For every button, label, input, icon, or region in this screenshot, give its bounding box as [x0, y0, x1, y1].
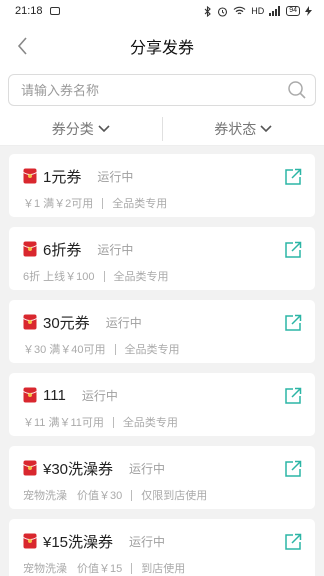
coupon-status: 运行中 — [105, 315, 142, 330]
red-envelope-icon — [23, 387, 37, 403]
coupon-detail: 6折 上线￥100 — [23, 271, 95, 283]
coupon-scope: 到店使用 — [141, 563, 186, 575]
coupon-name: 1元券 — [43, 168, 82, 186]
coupon-list: 1元券 运行中 ￥1 满￥2可用 全品类专用 6折券 运行中 6折 上线￥100… — [0, 146, 324, 576]
header: 分享发券 — [0, 22, 324, 70]
red-envelope-icon — [23, 533, 37, 549]
filter-bar: 券分类 券状态 — [0, 112, 324, 146]
share-icon[interactable] — [284, 387, 302, 405]
divider — [103, 270, 105, 282]
coupon-name: 6折券 — [43, 241, 82, 259]
coupon-detail: ￥1 满￥2可用 — [23, 198, 94, 210]
coupon-name: 30元券 — [43, 314, 90, 332]
coupon-name: 111 — [43, 386, 66, 404]
coupon-detail: ￥11 满￥11可用 — [23, 417, 104, 429]
coupon-name: ¥30洗澡券 — [43, 460, 114, 478]
coupon-card[interactable]: 111 运行中 ￥11 满￥11可用 全品类专用 — [9, 373, 315, 436]
signal-icon — [269, 6, 281, 16]
coupon-value: 价值￥30 — [77, 490, 123, 502]
notification-icon — [49, 7, 60, 15]
status-bar: 21:18 HD 94 — [0, 0, 324, 22]
coupon-card[interactable]: ¥15洗澡券 运行中 宠物洗澡 价值￥15 到店使用 — [9, 519, 315, 576]
share-icon[interactable] — [284, 241, 302, 259]
back-icon[interactable] — [12, 34, 36, 58]
coupon-scope: 仅限到店使用 — [141, 490, 208, 502]
page-title: 分享发券 — [129, 40, 194, 57]
battery-level: 94 — [289, 7, 297, 14]
divider — [114, 343, 116, 355]
divider — [102, 197, 104, 209]
coupon-status: 运行中 — [129, 461, 166, 476]
coupon-card[interactable]: 1元券 运行中 ￥1 满￥2可用 全品类专用 — [9, 154, 315, 217]
search-icon[interactable] — [287, 80, 307, 100]
coupon-card[interactable]: 30元券 运行中 ￥30 满￥40可用 全品类专用 — [9, 300, 315, 363]
search-bar — [0, 70, 324, 112]
coupon-detail: ￥30 满￥40可用 — [23, 344, 106, 356]
coupon-scope: 全品类专用 — [112, 198, 168, 210]
share-icon[interactable] — [284, 533, 302, 551]
share-icon[interactable] — [284, 314, 302, 332]
red-envelope-icon — [23, 241, 37, 257]
share-icon[interactable] — [284, 460, 302, 478]
charging-icon — [305, 6, 312, 16]
search-box[interactable] — [8, 74, 316, 106]
divider — [112, 416, 114, 428]
filter-category[interactable]: 券分类 — [0, 112, 162, 145]
filter-status-label: 券状态 — [214, 120, 257, 137]
coupon-status: 运行中 — [97, 242, 134, 257]
filter-category-label: 券分类 — [51, 120, 94, 137]
coupon-name: ¥15洗澡券 — [43, 533, 114, 551]
share-icon[interactable] — [284, 168, 302, 186]
chevron-down-icon — [260, 124, 272, 132]
alarm-icon — [218, 6, 228, 17]
filter-status[interactable]: 券状态 — [163, 112, 324, 145]
chevron-down-icon — [98, 124, 110, 132]
divider — [131, 489, 133, 501]
red-envelope-icon — [23, 314, 37, 330]
red-envelope-icon — [23, 460, 37, 476]
status-time: 21:18 — [15, 5, 43, 17]
coupon-scope: 全品类专用 — [113, 271, 169, 283]
coupon-detail: 宠物洗澡 — [23, 563, 67, 575]
coupon-scope: 全品类专用 — [124, 344, 180, 356]
coupon-card[interactable]: ¥30洗澡券 运行中 宠物洗澡 价值￥30 仅限到店使用 — [9, 446, 315, 509]
coupon-card[interactable]: 6折券 运行中 6折 上线￥100 全品类专用 — [9, 227, 315, 290]
battery-icon: 94 — [286, 6, 300, 16]
search-input[interactable] — [21, 82, 261, 98]
divider — [131, 562, 133, 574]
coupon-status: 运行中 — [81, 388, 118, 403]
coupon-detail: 宠物洗澡 — [23, 490, 67, 502]
bluetooth-icon — [204, 5, 212, 17]
red-envelope-icon — [23, 168, 37, 184]
coupon-status: 运行中 — [97, 169, 134, 184]
coupon-value: 价值￥15 — [77, 563, 123, 575]
coupon-status: 运行中 — [129, 534, 166, 549]
coupon-scope: 全品类专用 — [122, 417, 178, 429]
wifi-icon — [233, 6, 246, 15]
network-type: HD — [251, 6, 265, 16]
